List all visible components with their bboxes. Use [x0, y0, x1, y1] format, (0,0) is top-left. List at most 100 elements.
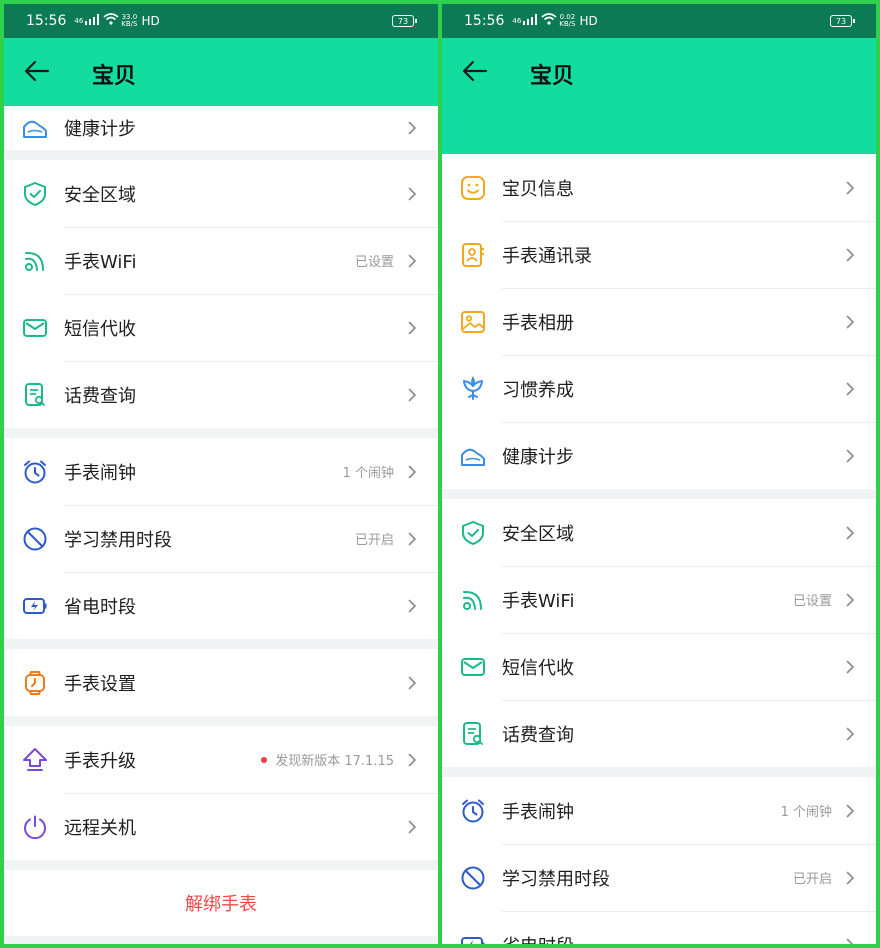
list-item-label: 习惯养成	[502, 379, 574, 401]
chevron-right-icon	[846, 315, 854, 328]
settings-group: 安全区域手表WiFi 已设置短信代收 话费查询	[4, 160, 438, 428]
list-item[interactable]: 话费查询	[4, 361, 438, 428]
chevron-right-icon	[846, 181, 854, 194]
chevron-container	[842, 592, 858, 608]
list-item-label: 远程关机	[64, 817, 136, 839]
signal-icon	[523, 13, 538, 29]
net-speed: 0.02 KB/S	[559, 14, 575, 28]
list-item-value: 1 个闹钟	[342, 466, 394, 481]
list-item-label: 手表设置	[64, 673, 136, 695]
list-item-value: 已设置	[792, 594, 832, 609]
chevron-container	[842, 448, 858, 464]
battery-save-icon	[20, 591, 50, 621]
bill-query-icon	[20, 380, 50, 410]
chevron-container	[842, 870, 858, 886]
chevron-container	[404, 387, 420, 403]
network-type: 46	[74, 16, 84, 25]
list-item-label: 短信代收	[502, 657, 574, 679]
list-item[interactable]: 手表通讯录	[442, 221, 876, 288]
hd-indicator: HD	[141, 14, 160, 28]
page-title: 宝贝	[92, 64, 137, 89]
chevron-right-icon	[846, 526, 854, 539]
chevron-right-icon	[846, 871, 854, 884]
list-item[interactable]: 短信代收	[4, 294, 438, 361]
list-item-label: 手表WiFi	[64, 251, 137, 273]
settings-list: 宝贝信息 手表通讯录 手表相册习惯养成健康计步安全区域手表WiFi 已设置短信代收话费…	[442, 154, 876, 944]
list-item[interactable]: 手表闹钟 1 个闹钟	[442, 777, 876, 844]
settings-group: 安全区域手表WiFi 已设置短信代收话费查询	[442, 499, 876, 767]
list-item[interactable]: 短信代收	[442, 633, 876, 700]
chevron-right-icon	[408, 753, 416, 766]
list-item-label: 手表闹钟	[502, 801, 574, 823]
list-item-label: 健康计步	[502, 446, 574, 468]
sms-icon	[458, 652, 488, 682]
list-item[interactable]: 手表相册	[442, 288, 876, 355]
list-item[interactable]: 手表WiFi 已设置	[442, 566, 876, 633]
wifi-status-icon	[103, 13, 119, 29]
list-item[interactable]: 安全区域	[442, 499, 876, 566]
list-item-value: 已设置	[354, 255, 394, 270]
settings-group: 手表设置	[4, 649, 438, 716]
upgrade-icon	[20, 745, 50, 775]
list-item[interactable]: 省电时段	[4, 572, 438, 639]
chevron-container	[842, 381, 858, 397]
chevron-container	[842, 937, 858, 944]
album-icon	[458, 307, 488, 337]
list-item-label: 安全区域	[64, 184, 136, 206]
list-item[interactable]: 远程关机	[4, 793, 438, 860]
list-item[interactable]: 手表WiFi 已设置	[4, 227, 438, 294]
chevron-right-icon	[408, 532, 416, 545]
status-bar: 15:56 46 33.0 KB/S HD 73	[4, 4, 438, 38]
arrow-left-icon	[462, 60, 488, 82]
list-item[interactable]: 手表升级 发现新版本 17.1.15	[4, 726, 438, 793]
list-item[interactable]: 学习禁用时段 已开启	[4, 505, 438, 572]
list-item[interactable]: 健康计步	[442, 422, 876, 489]
list-item[interactable]: 省电时段	[442, 911, 876, 944]
status-time: 15:56	[464, 13, 505, 29]
list-item-label: 安全区域	[502, 523, 574, 545]
list-item[interactable]: 话费查询	[442, 700, 876, 767]
chevron-container	[842, 659, 858, 675]
power-icon	[20, 812, 50, 842]
phone-screen-right: 15:56 46 0.02 KB/S HD 73 宝贝 宝贝信息 手表通讯录 手表相册…	[442, 4, 876, 944]
header-bar: 宝贝	[4, 38, 438, 106]
list-item-label: 学习禁用时段	[64, 529, 172, 551]
settings-group: 手表闹钟 1 个闹钟学习禁用时段 已开启省电时段	[4, 438, 438, 639]
list-item[interactable]: 安全区域	[4, 160, 438, 227]
header-bar: 宝贝	[442, 38, 876, 154]
phone-screen-left: 15:56 46 33.0 KB/S HD 73 宝贝 健康计步安全区域手表WiF…	[4, 4, 438, 944]
chevron-container	[842, 525, 858, 541]
net-speed-unit: KB/S	[559, 20, 576, 28]
battery-level: 73	[830, 15, 855, 27]
smile-icon	[458, 173, 488, 203]
chevron-container	[404, 675, 420, 691]
chevron-right-icon	[846, 593, 854, 606]
chevron-right-icon	[408, 676, 416, 689]
back-button[interactable]	[460, 56, 490, 86]
back-button[interactable]	[22, 56, 52, 86]
list-item-label: 学习禁用时段	[502, 868, 610, 890]
settings-group: 手表升级 发现新版本 17.1.15 远程关机	[4, 726, 438, 860]
chevron-right-icon	[408, 254, 416, 267]
chevron-container	[404, 531, 420, 547]
chevron-container	[404, 253, 420, 269]
wifi-status-icon	[541, 13, 557, 29]
unbind-watch-button[interactable]: 解绑手表	[4, 870, 438, 936]
signal-icon	[85, 13, 100, 29]
list-item-label: 手表升级	[64, 750, 136, 772]
list-item-value: 已开启	[792, 872, 832, 887]
hd-indicator: HD	[579, 14, 598, 28]
list-item[interactable]: 宝贝信息	[442, 154, 876, 221]
safe-zone-icon	[20, 179, 50, 209]
alarm-icon	[458, 796, 488, 826]
forbidden-icon	[20, 524, 50, 554]
chevron-container	[842, 803, 858, 819]
network-type: 46	[512, 16, 522, 25]
list-item[interactable]: 健康计步	[4, 106, 438, 150]
chevron-right-icon	[846, 660, 854, 673]
list-item[interactable]: 手表设置	[4, 649, 438, 716]
list-item[interactable]: 习惯养成	[442, 355, 876, 422]
list-item[interactable]: 手表闹钟 1 个闹钟	[4, 438, 438, 505]
list-item[interactable]: 学习禁用时段 已开启	[442, 844, 876, 911]
update-dot	[261, 756, 268, 763]
